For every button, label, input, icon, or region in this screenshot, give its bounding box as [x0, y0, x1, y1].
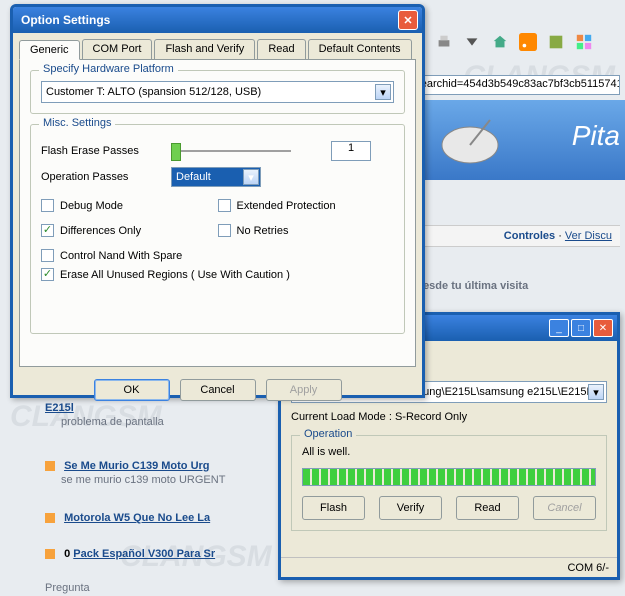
combo-value: Customer T: ALTO (spansion 512/128, USB): [46, 86, 261, 98]
ok-button[interactable]: OK: [94, 379, 170, 401]
flash-button[interactable]: Flash: [302, 496, 365, 520]
cancel-button: Cancel: [533, 496, 596, 520]
load-mode-label: Current Load Mode : S-Record Only: [291, 411, 607, 423]
control-nand-checkbox[interactable]: [41, 249, 54, 262]
tab-com-port[interactable]: COM Port: [82, 39, 153, 59]
titlebar: Option Settings ✕: [13, 7, 422, 33]
checkbox-label: Debug Mode: [60, 200, 123, 212]
operation-passes-label: Operation Passes: [41, 171, 171, 183]
banner-title: Pita: [572, 120, 620, 152]
forum-sub: se me murio c139 moto URGENT: [61, 474, 225, 486]
address-bar[interactable]: w&searchid=454d3b549c83ac7bf3cb51157414: [395, 75, 620, 95]
operation-group: Operation All is well. Flash Verify Read…: [291, 435, 607, 531]
tab-flash-verify[interactable]: Flash and Verify: [154, 39, 255, 59]
extended-protection-checkbox[interactable]: [218, 199, 231, 212]
app-icon[interactable]: [573, 31, 595, 53]
forum-sub: problema de pantalla: [61, 416, 164, 428]
forum-link[interactable]: Pack Español V300 Para Sr: [73, 548, 215, 560]
chevron-down-icon[interactable]: ▾: [243, 169, 259, 185]
flash-erase-value[interactable]: 1: [331, 141, 371, 161]
dropdown-icon[interactable]: [461, 31, 483, 53]
checkbox-label: Control Nand With Spare: [60, 250, 182, 262]
read-button[interactable]: Read: [456, 496, 519, 520]
bullet-icon: [45, 549, 55, 559]
forum-link[interactable]: Motorola W5 Que No Lee La: [64, 512, 210, 524]
misc-settings-group: Misc. Settings Flash Erase Passes 1 Oper…: [30, 124, 405, 334]
close-button[interactable]: ✕: [593, 319, 613, 337]
no-retries-checkbox[interactable]: [218, 224, 231, 237]
forum-item: 0 Pack Español V300 Para Sr: [45, 548, 215, 560]
tabstrip: Generic COM Port Flash and Verify Read D…: [13, 33, 422, 59]
feed-icon[interactable]: [517, 31, 539, 53]
ver-discu-link[interactable]: Ver Discu: [565, 230, 612, 242]
option-settings-dialog: Option Settings ✕ Generic COM Port Flash…: [10, 4, 425, 398]
chevron-down-icon[interactable]: ▾: [375, 84, 391, 100]
group-title: Specify Hardware Platform: [39, 63, 178, 75]
checkbox-label: Differences Only: [60, 225, 141, 237]
banner: Pita: [395, 100, 625, 180]
flash-erase-slider[interactable]: [171, 141, 291, 161]
forum-link[interactable]: Se Me Murio C139 Moto Urg: [64, 460, 209, 472]
combo-value: Default: [176, 171, 211, 183]
tool-icon[interactable]: [545, 31, 567, 53]
progress-bar: [302, 468, 596, 486]
erase-unused-checkbox[interactable]: [41, 268, 54, 281]
checkbox-label: Extended Protection: [237, 200, 336, 212]
close-button[interactable]: ✕: [398, 10, 418, 30]
tab-read[interactable]: Read: [257, 39, 305, 59]
tab-body: Specify Hardware Platform Customer T: AL…: [19, 59, 416, 367]
apply-button: Apply: [266, 379, 342, 401]
minimize-button[interactable]: _: [549, 319, 569, 337]
verify-button[interactable]: Verify: [379, 496, 442, 520]
group-title: Misc. Settings: [39, 117, 115, 129]
maximize-button[interactable]: □: [571, 319, 591, 337]
cancel-button[interactable]: Cancel: [180, 379, 256, 401]
flash-erase-label: Flash Erase Passes: [41, 145, 171, 157]
differences-only-checkbox[interactable]: [41, 224, 54, 237]
operation-group-title: Operation: [300, 428, 356, 440]
bullet-icon: [45, 461, 55, 471]
hardware-platform-group: Specify Hardware Platform Customer T: AL…: [30, 70, 405, 114]
forum-item: Pregunta: [45, 582, 90, 594]
dialog-button-row: OK Cancel Apply: [13, 373, 422, 407]
com-status: COM 6/-: [567, 562, 609, 574]
operation-passes-combo[interactable]: Default ▾: [171, 167, 261, 187]
tab-generic[interactable]: Generic: [19, 40, 80, 60]
checkbox-label: Erase All Unused Regions ( Use With Caut…: [60, 269, 290, 281]
checkbox-label: No Retries: [237, 225, 289, 237]
tab-default-contents[interactable]: Default Contents: [308, 39, 412, 59]
print-icon[interactable]: [433, 31, 455, 53]
status-bar: COM 6/-: [281, 557, 617, 577]
bullet-icon: [45, 513, 55, 523]
debug-mode-checkbox[interactable]: [41, 199, 54, 212]
forum-item: Motorola W5 Que No Lee La: [45, 512, 210, 524]
forum-sub: Pregunta: [45, 582, 90, 594]
controls-bar: Controles · Ver Discu: [395, 225, 620, 247]
home-icon[interactable]: [489, 31, 511, 53]
controles-label: Controles: [504, 230, 555, 242]
chevron-down-icon[interactable]: ▾: [588, 384, 604, 400]
forum-prefix: 0: [64, 548, 70, 560]
browser-toolbar: [405, 28, 625, 56]
operation-status: All is well.: [302, 446, 596, 458]
forum-item: Se Me Murio C139 Moto Urg se me murio c1…: [45, 460, 225, 486]
dialog-title: Option Settings: [17, 13, 398, 27]
hardware-platform-combo[interactable]: Customer T: ALTO (spansion 512/128, USB)…: [41, 81, 394, 103]
